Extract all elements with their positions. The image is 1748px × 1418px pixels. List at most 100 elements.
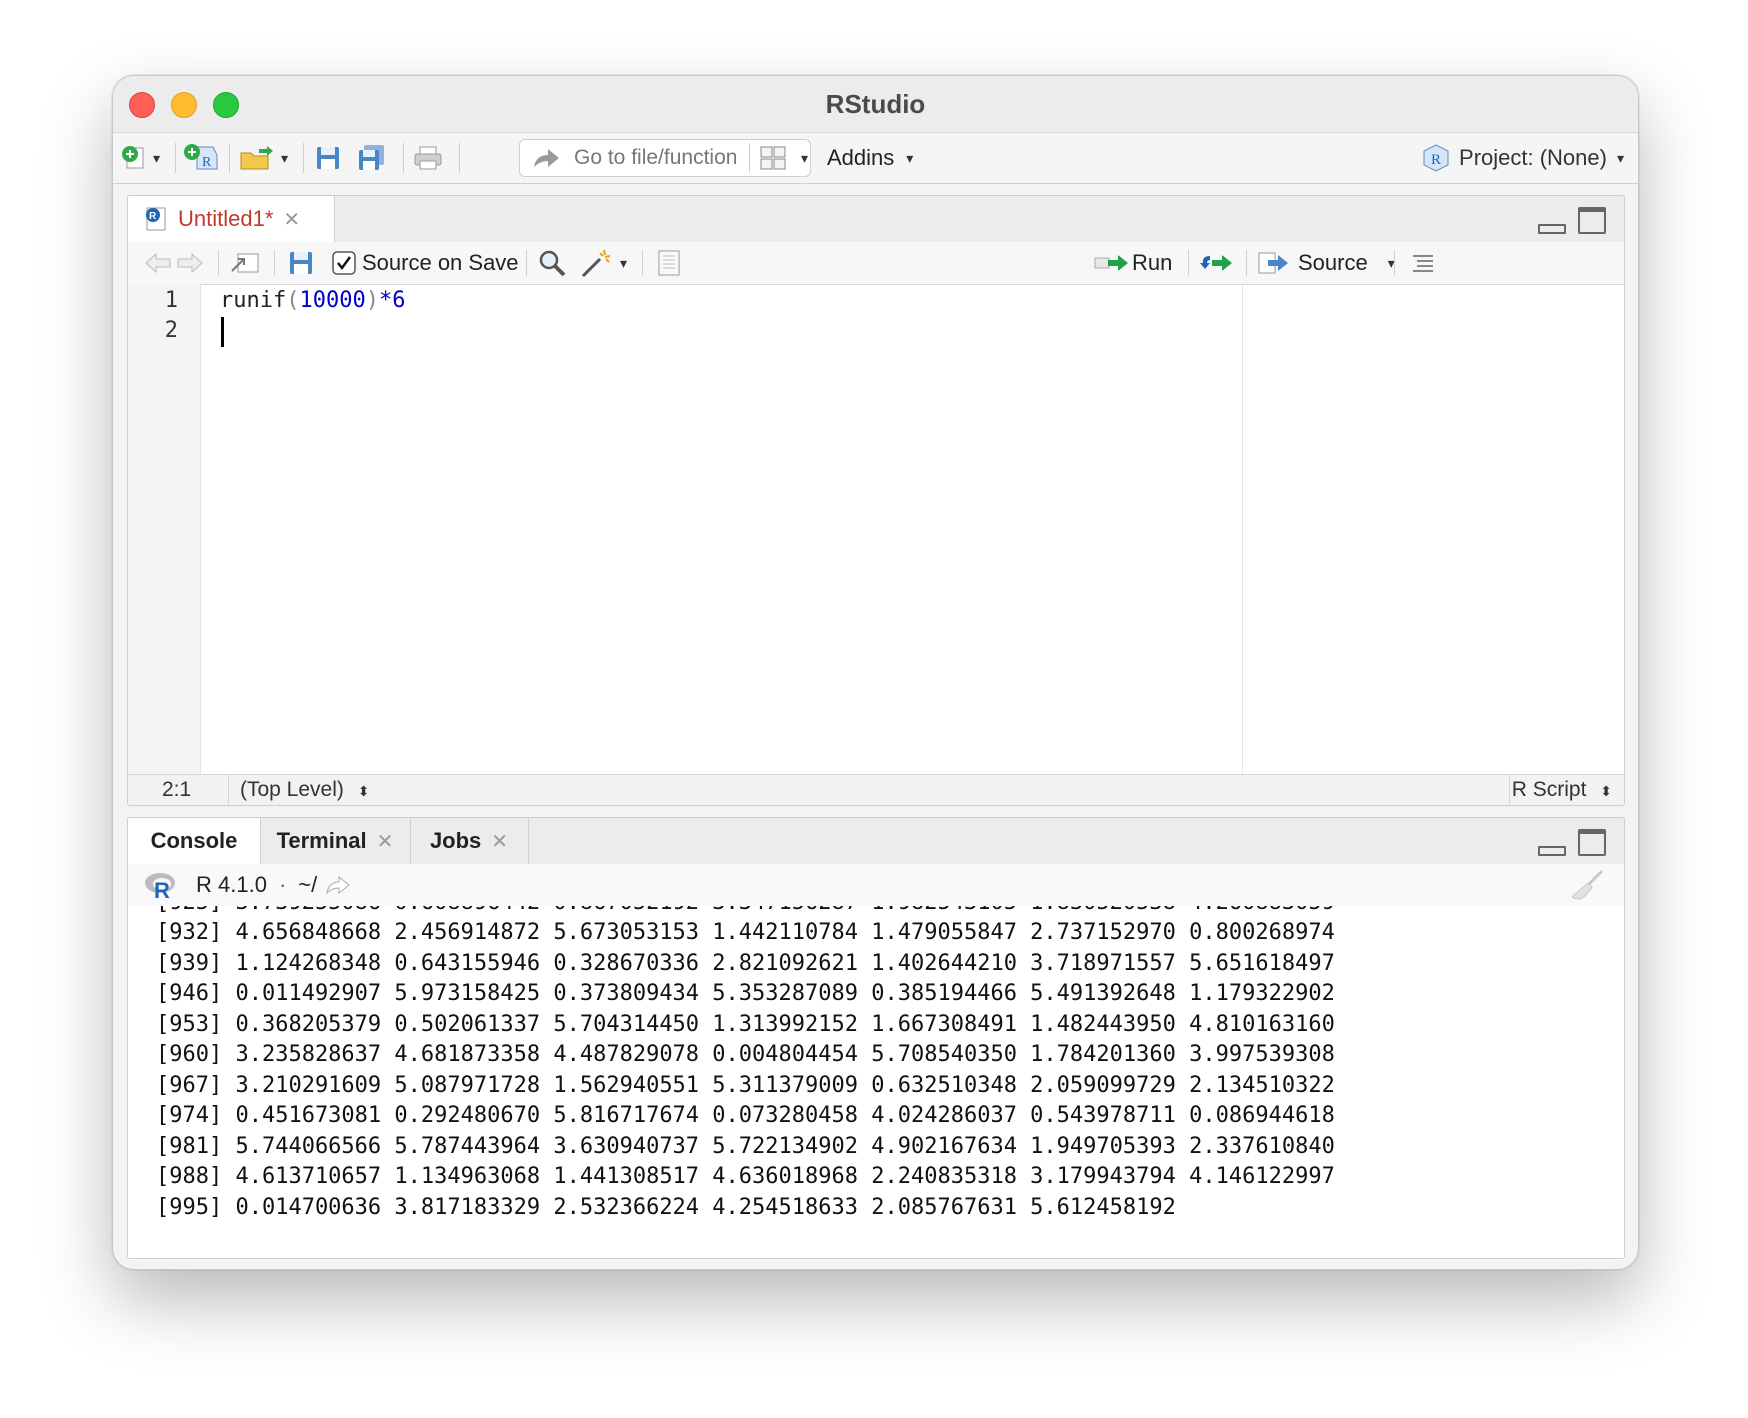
save-button[interactable] bbox=[315, 133, 341, 183]
code-area[interactable]: 1 2 runif(10000)*6 bbox=[128, 284, 1624, 775]
file-type-label: R Script bbox=[1511, 778, 1587, 801]
minimize-window-button[interactable] bbox=[171, 92, 197, 118]
main-toolbar: ▾ R ▾ Go to file/function ▾ Addins ▾ R P… bbox=[113, 132, 1638, 184]
source-on-save-toggle[interactable]: Source on Save bbox=[332, 242, 519, 284]
new-file-dropdown-icon[interactable]: ▾ bbox=[153, 150, 160, 167]
addins-dropdown-icon: ▾ bbox=[906, 149, 914, 166]
console-output-line: [939] 1.124268348 0.643155946 0.32867033… bbox=[156, 950, 1335, 976]
console-tab-label: Console bbox=[150, 828, 238, 853]
close-tab-icon[interactable]: ✕ bbox=[491, 829, 508, 854]
toolbar-divider bbox=[175, 143, 176, 173]
run-button[interactable]: Run bbox=[1094, 242, 1172, 284]
scope-label: (Top Level) bbox=[240, 778, 344, 801]
console-output-line: [995] 0.014700636 3.817183329 2.53236622… bbox=[156, 1194, 1176, 1220]
toolbar-divider bbox=[1394, 250, 1395, 276]
console-output-line: [960] 3.235828637 4.681873358 4.48782907… bbox=[156, 1042, 1335, 1067]
tab-jobs[interactable]: Jobs ✕ bbox=[410, 818, 529, 864]
scope-selector[interactable]: (Top Level) ⬍ bbox=[240, 778, 369, 802]
console-output-line: [932] 4.656848668 2.456914872 5.67305315… bbox=[156, 920, 1335, 945]
checkbox-checked-icon[interactable] bbox=[332, 251, 356, 275]
cursor-position: 2:1 bbox=[162, 778, 192, 801]
r-version-info: R R 4.1.0 · ~/ bbox=[144, 864, 351, 906]
margin-guide bbox=[1242, 284, 1243, 775]
addins-label: Addins bbox=[827, 145, 895, 170]
open-file-dropdown-icon[interactable]: ▾ bbox=[281, 150, 288, 167]
new-file-button[interactable]: ▾ bbox=[121, 133, 160, 183]
window-title: RStudio bbox=[825, 89, 926, 119]
addins-menu[interactable]: Addins ▾ bbox=[827, 133, 913, 183]
console-output-line: [981] 5.744066566 5.787443964 3.63094073… bbox=[156, 1133, 1335, 1159]
line-number: 2 bbox=[164, 318, 178, 343]
tab-terminal[interactable]: Terminal ✕ bbox=[260, 818, 411, 864]
console-output[interactable]: [925] 3.739255086 0.608896442 0.86705219… bbox=[128, 906, 1624, 1258]
editor-save-button[interactable] bbox=[288, 242, 314, 284]
r-version: R 4.1.0 bbox=[196, 872, 267, 897]
code-token: runif bbox=[220, 288, 287, 313]
notebook-icon bbox=[658, 250, 680, 276]
title-bar: RStudio bbox=[113, 76, 1638, 132]
close-tab-icon[interactable]: ✕ bbox=[377, 829, 394, 854]
source-icon bbox=[1258, 252, 1288, 274]
print-icon bbox=[414, 146, 442, 170]
working-directory[interactable]: ~/ bbox=[298, 872, 317, 898]
line-number-gutter bbox=[128, 284, 201, 775]
updown-chevron-icon: ⬍ bbox=[357, 783, 370, 799]
rstudio-window: RStudio ▾ R ▾ Go to file/function ▾ Addi… bbox=[112, 75, 1639, 1270]
source-button[interactable]: Source ▾ bbox=[1258, 242, 1395, 284]
r-project-icon: R bbox=[1423, 144, 1449, 172]
toolbar-divider bbox=[749, 143, 750, 173]
r-file-icon: R bbox=[146, 207, 166, 231]
back-arrow-icon bbox=[145, 252, 171, 274]
jobs-tab-label: Jobs bbox=[429, 828, 482, 853]
code-line[interactable]: runif(10000)*6 bbox=[220, 288, 405, 313]
traffic-lights bbox=[129, 92, 239, 118]
broom-icon bbox=[1571, 869, 1604, 900]
file-type-selector[interactable]: R Script ⬍ bbox=[1512, 778, 1612, 802]
save-all-button[interactable] bbox=[357, 133, 387, 183]
goto-directory-icon[interactable] bbox=[325, 875, 351, 895]
status-divider bbox=[1509, 775, 1510, 805]
code-tools-dropdown-icon[interactable]: ▾ bbox=[620, 255, 627, 272]
rerun-button[interactable] bbox=[1200, 242, 1236, 284]
project-menu[interactable]: R Project: (None) ▾ bbox=[1421, 133, 1624, 183]
new-project-icon: R bbox=[184, 144, 218, 170]
toolbar-divider bbox=[1188, 250, 1189, 276]
zoom-window-button[interactable] bbox=[213, 92, 239, 118]
minimize-pane-icon[interactable] bbox=[1538, 224, 1566, 234]
project-label: Project: (None) bbox=[1459, 145, 1607, 170]
toolbar-divider bbox=[403, 143, 404, 173]
close-tab-icon[interactable]: ✕ bbox=[283, 207, 300, 232]
editor-window-controls bbox=[1538, 207, 1606, 234]
console-tabstrip: Console Terminal ✕ Jobs ✕ bbox=[128, 818, 1624, 865]
back-button[interactable] bbox=[144, 242, 172, 284]
open-file-button[interactable]: ▾ bbox=[239, 133, 288, 183]
forward-button[interactable] bbox=[176, 242, 204, 284]
new-project-button[interactable]: R bbox=[183, 133, 219, 183]
pane-layout-dropdown-icon[interactable]: ▾ bbox=[801, 150, 808, 167]
code-token: 10000 bbox=[299, 288, 366, 313]
code-tools-button[interactable]: ▾ bbox=[580, 242, 627, 284]
tab-console[interactable]: Console bbox=[128, 818, 261, 864]
source-on-save-label: Source on Save bbox=[362, 250, 519, 275]
close-window-button[interactable] bbox=[129, 92, 155, 118]
pane-layout-button[interactable]: ▾ bbox=[759, 133, 808, 183]
svg-text:R: R bbox=[154, 878, 170, 900]
code-token: ( bbox=[286, 288, 300, 313]
clear-console-button[interactable] bbox=[1568, 864, 1604, 906]
editor-status-bar: 2:1 (Top Level) ⬍ R Script ⬍ bbox=[128, 774, 1624, 805]
tab-untitled1[interactable]: R Untitled1* ✕ bbox=[128, 196, 335, 242]
status-divider bbox=[228, 775, 229, 805]
maximize-pane-icon[interactable] bbox=[1578, 207, 1606, 234]
maximize-pane-icon[interactable] bbox=[1578, 829, 1606, 856]
compile-report-button[interactable] bbox=[656, 242, 682, 284]
toolbar-divider bbox=[459, 143, 460, 173]
minimize-pane-icon[interactable] bbox=[1538, 846, 1566, 856]
show-in-window-button[interactable] bbox=[230, 242, 260, 284]
goto-arrow-icon bbox=[534, 149, 559, 167]
document-outline-button[interactable] bbox=[1410, 242, 1436, 284]
grid-layout-icon bbox=[760, 146, 786, 170]
find-replace-button[interactable] bbox=[538, 242, 566, 284]
run-arrow-icon bbox=[1094, 255, 1128, 271]
print-button[interactable] bbox=[413, 133, 443, 183]
goto-placeholder: Go to file/function bbox=[574, 146, 738, 169]
